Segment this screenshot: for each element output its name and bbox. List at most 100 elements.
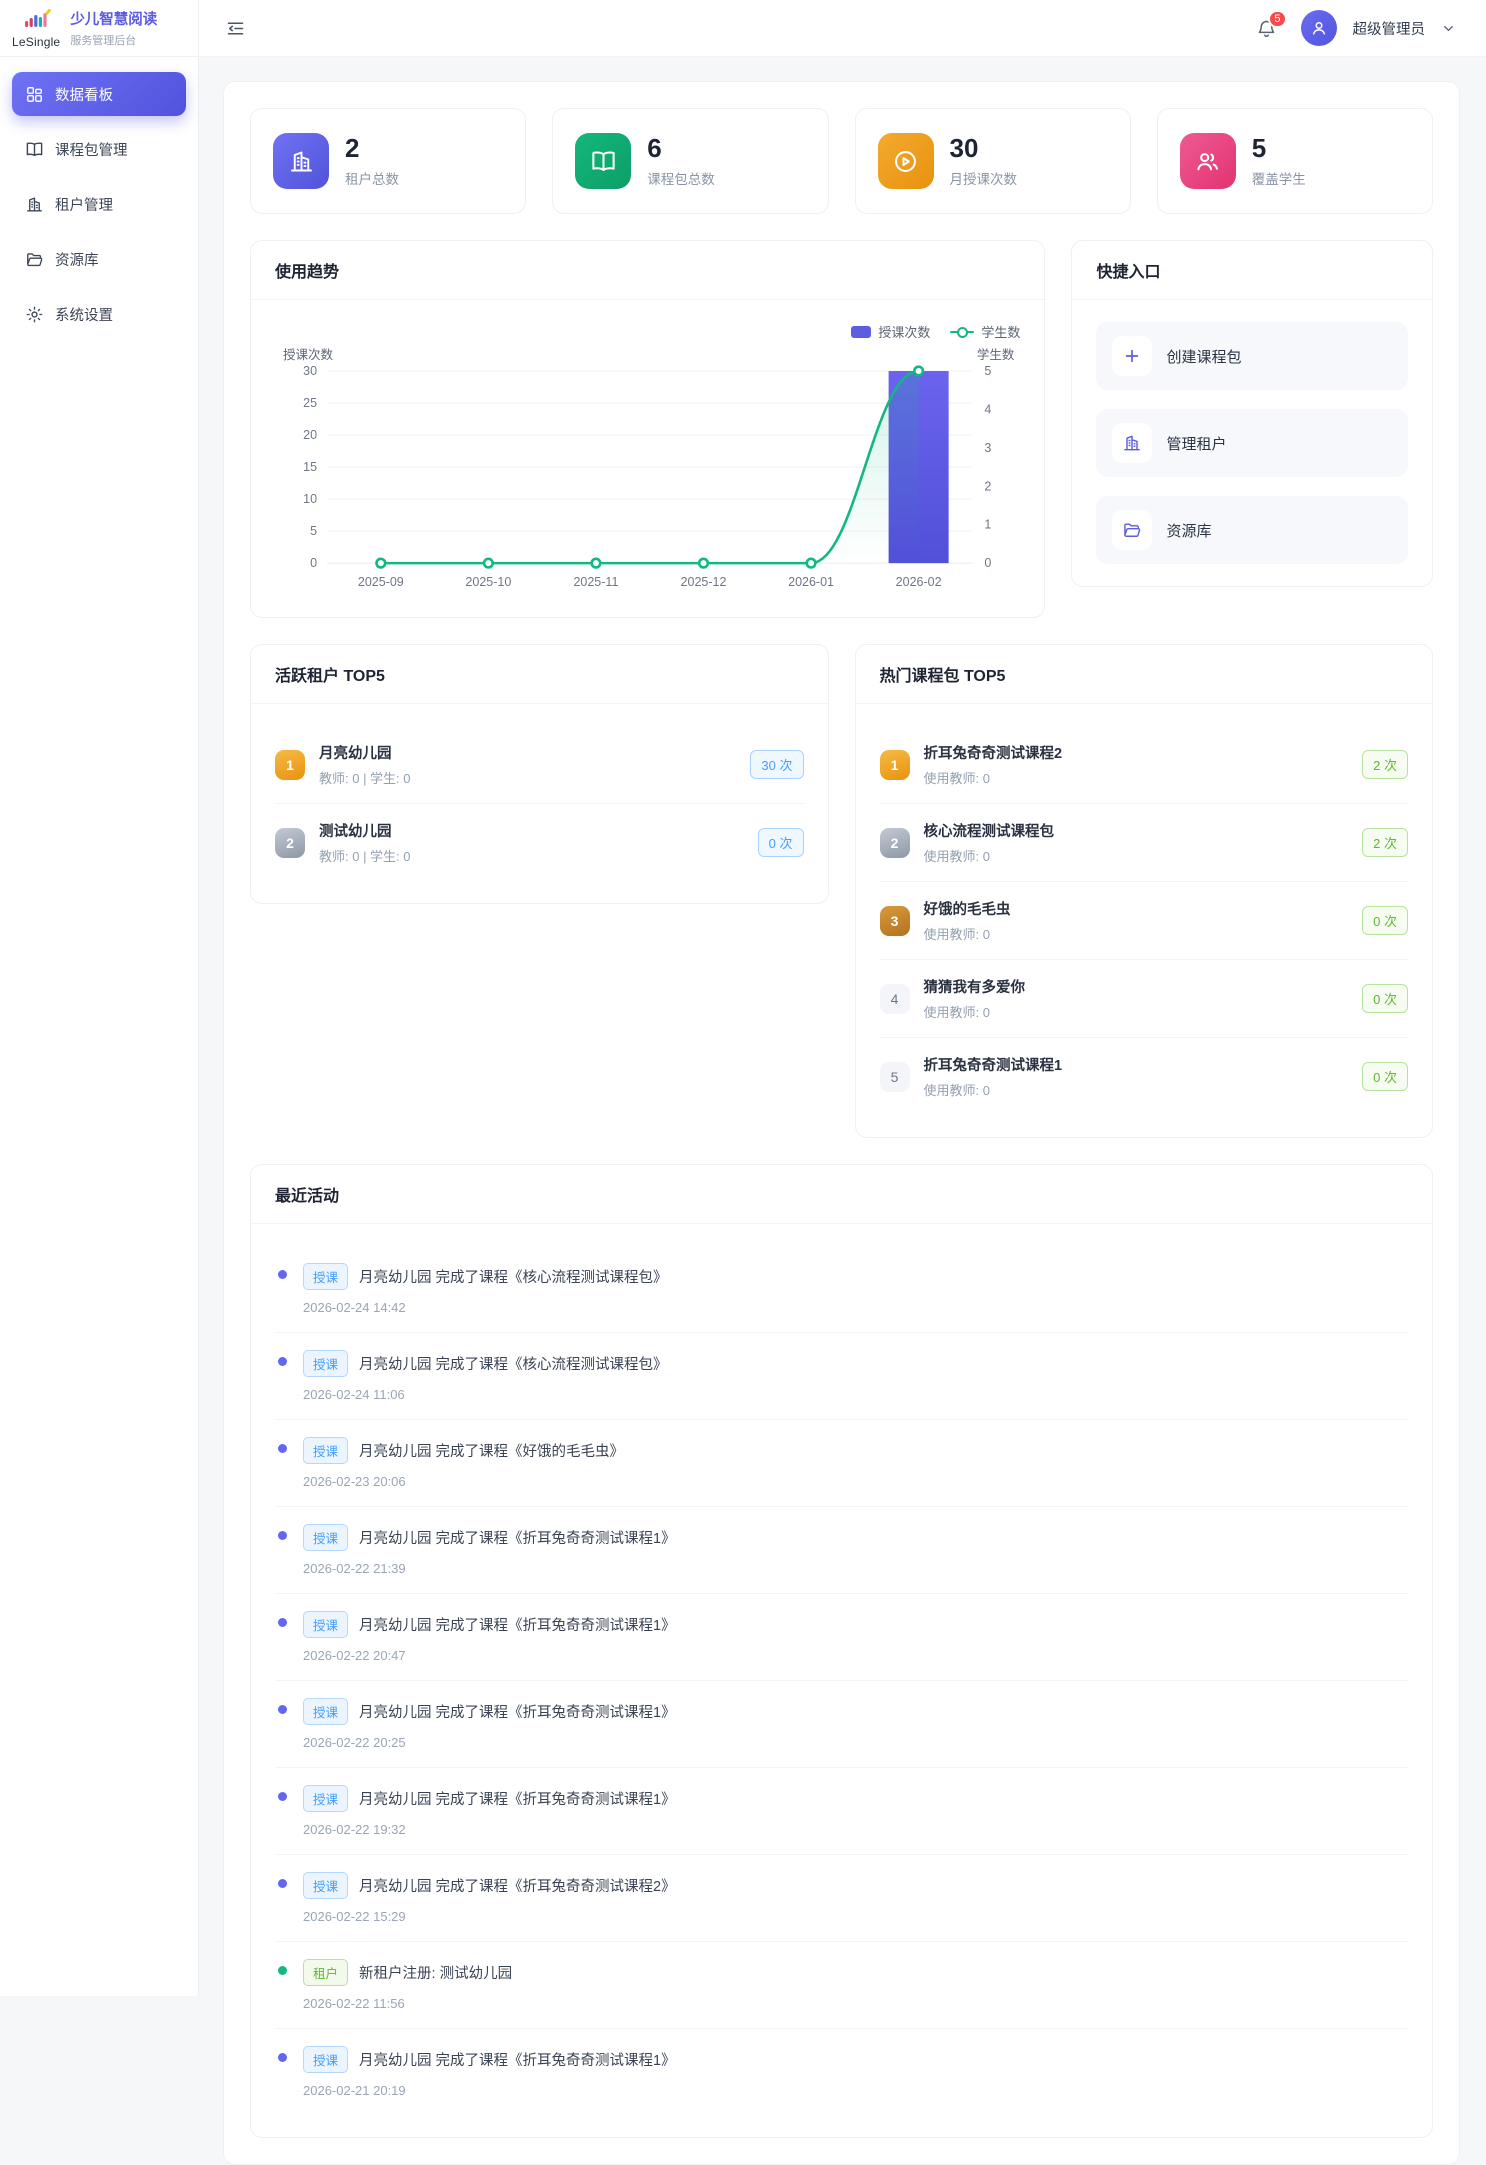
activity-row: 授课 月亮幼儿园 完成了课程《核心流程测试课程包》 2026-02-24 14:…: [275, 1246, 1408, 1333]
stat-icon: [1180, 133, 1236, 189]
activity-timestamp: 2026-02-22 21:39: [303, 1561, 1408, 1576]
course-row[interactable]: 3 好饿的毛毛虫 使用教师: 0 0 次: [880, 882, 1409, 960]
sidebar-item[interactable]: 资源库: [12, 237, 186, 281]
rank-badge: 2: [275, 828, 305, 858]
sidebar-item-label: 租户管理: [55, 194, 113, 215]
course-name: 好饿的毛毛虫: [924, 898, 1011, 919]
sidebar-item[interactable]: 课程包管理: [12, 127, 186, 171]
activity-dot: [278, 1705, 287, 1714]
app-subtitle: 服务管理后台: [70, 32, 157, 48]
activity-text: 月亮幼儿园 完成了课程《核心流程测试课程包》: [359, 1353, 668, 1374]
activity-dot: [278, 1444, 287, 1453]
svg-text:1: 1: [984, 518, 991, 532]
activity-row: 授课 月亮幼儿园 完成了课程《折耳兔奇奇测试课程1》 2026-02-22 19…: [275, 1768, 1408, 1855]
activity-text: 月亮幼儿园 完成了课程《好饿的毛毛虫》: [359, 1440, 624, 1461]
active-tenants-list: 1 月亮幼儿园 教师: 0 | 学生: 0 30 次 2 测试幼儿园 教师: 0…: [251, 704, 828, 903]
usage-trend-title: 使用趋势: [251, 241, 1044, 300]
usage-count-badge: 0 次: [1362, 1062, 1408, 1091]
rank-badge: 3: [880, 906, 910, 936]
stats-row: 2 租户总数 6 课程包总数 30 月授课次数 5 覆盖: [250, 108, 1433, 214]
svg-text:2025-12: 2025-12: [681, 575, 727, 589]
course-meta: 使用教师: 0: [924, 846, 1055, 865]
svg-text:2025-11: 2025-11: [573, 575, 618, 589]
quick-entry-title: 快捷入口: [1072, 241, 1432, 300]
stat-value: 30: [950, 134, 1018, 163]
rank-badge: 5: [880, 1062, 910, 1092]
tenant-name: 月亮幼儿园: [319, 742, 411, 763]
svg-text:0: 0: [984, 556, 991, 570]
activity-tag: 授课: [303, 2046, 348, 2073]
chevron-down-icon[interactable]: [1441, 21, 1456, 36]
legend-label: 学生数: [981, 322, 1020, 341]
hot-courses-list: 1 折耳兔奇奇测试课程2 使用教师: 0 2 次 2 核心流程测试课程包 使用教…: [856, 704, 1433, 1137]
notification-bell[interactable]: 5: [1256, 18, 1277, 39]
activity-text: 月亮幼儿园 完成了课程《折耳兔奇奇测试课程1》: [359, 1788, 676, 1809]
rank-badge: 4: [880, 984, 910, 1014]
rank-badge: 2: [880, 828, 910, 858]
activity-text: 新租户注册: 测试幼儿园: [359, 1962, 512, 1983]
logo-icon: LeSingle: [12, 8, 60, 49]
activity-timestamp: 2026-02-21 20:19: [303, 2083, 1408, 2098]
avatar[interactable]: [1301, 10, 1337, 46]
svg-text:2025-09: 2025-09: [358, 575, 404, 589]
sidebar-item-label: 系统设置: [55, 304, 113, 325]
sidebar-item[interactable]: 租户管理: [12, 182, 186, 226]
activity-tag: 授课: [303, 1350, 348, 1377]
course-row[interactable]: 5 折耳兔奇奇测试课程1 使用教师: 0 0 次: [880, 1038, 1409, 1115]
hot-courses-card: 热门课程包 TOP5 1 折耳兔奇奇测试课程2 使用教师: 0 2 次 2 核心…: [855, 644, 1434, 1138]
course-row[interactable]: 2 核心流程测试课程包 使用教师: 0 2 次: [880, 804, 1409, 882]
tenant-row[interactable]: 2 测试幼儿园 教师: 0 | 学生: 0 0 次: [275, 804, 804, 881]
activity-tag: 授课: [303, 1524, 348, 1551]
bar-legend-swatch: [851, 326, 871, 338]
course-name: 猜猜我有多爱你: [924, 976, 1026, 997]
sidebar-item[interactable]: 系统设置: [12, 292, 186, 336]
activity-row: 授课 月亮幼儿园 完成了课程《折耳兔奇奇测试课程1》 2026-02-22 20…: [275, 1594, 1408, 1681]
stat-value: 5: [1252, 134, 1306, 163]
tenant-meta: 教师: 0 | 学生: 0: [319, 846, 411, 865]
activity-dot: [278, 1618, 287, 1627]
sidebar-item-icon: [25, 140, 44, 159]
legend-item-line[interactable]: 学生数: [950, 322, 1020, 341]
svg-text:20: 20: [303, 428, 317, 442]
quick-entry-item[interactable]: 创建课程包: [1096, 322, 1408, 390]
user-name[interactable]: 超级管理员: [1353, 18, 1426, 39]
svg-text:5: 5: [310, 524, 317, 538]
quick-entry-item[interactable]: 管理租户: [1096, 409, 1408, 477]
rank-badge: 1: [880, 750, 910, 780]
stat-card: 6 课程包总数: [552, 108, 828, 214]
line-legend-swatch: [950, 326, 974, 338]
main-content: 2 租户总数 6 课程包总数 30 月授课次数 5 覆盖: [223, 81, 1460, 2165]
activity-timestamp: 2026-02-24 14:42: [303, 1300, 1408, 1315]
quick-entry-icon: [1112, 336, 1152, 376]
activity-dot: [278, 1270, 287, 1279]
quick-entry-list: 创建课程包 管理租户 资源库: [1072, 300, 1432, 586]
svg-text:15: 15: [303, 460, 317, 474]
activity-row: 授课 月亮幼儿园 完成了课程《折耳兔奇奇测试课程1》 2026-02-21 20…: [275, 2029, 1408, 2115]
usage-count-badge: 2 次: [1362, 750, 1408, 779]
svg-text:授课次数: 授课次数: [283, 347, 334, 362]
course-row[interactable]: 4 猜猜我有多爱你 使用教师: 0 0 次: [880, 960, 1409, 1038]
svg-text:2025-10: 2025-10: [465, 575, 511, 589]
sidebar-item-label: 数据看板: [55, 84, 113, 105]
quick-entry-item[interactable]: 资源库: [1096, 496, 1408, 564]
activity-timestamp: 2026-02-22 20:47: [303, 1648, 1408, 1663]
activity-text: 月亮幼儿园 完成了课程《折耳兔奇奇测试课程1》: [359, 2049, 676, 2070]
sidebar-menu: 数据看板 课程包管理 租户管理 资源库 系统设置: [0, 57, 198, 351]
logo-brand: LeSingle: [12, 35, 60, 49]
usage-trend-chart: 051015202530012345授课次数学生数2025-092025-102…: [275, 343, 1020, 595]
activity-dot: [278, 2053, 287, 2062]
stat-icon: [575, 133, 631, 189]
usage-count-badge: 0 次: [1362, 906, 1408, 935]
activity-row: 授课 月亮幼儿园 完成了课程《好饿的毛毛虫》 2026-02-23 20:06: [275, 1420, 1408, 1507]
tenant-name: 测试幼儿园: [319, 820, 411, 841]
recent-activity-card: 最近活动 授课 月亮幼儿园 完成了课程《核心流程测试课程包》 2026-02-2…: [250, 1164, 1433, 2138]
sidebar-item[interactable]: 数据看板: [12, 72, 186, 116]
notification-badge: 5: [1268, 10, 1286, 28]
sidebar-collapse-icon[interactable]: [225, 18, 246, 39]
tenant-row[interactable]: 1 月亮幼儿园 教师: 0 | 学生: 0 30 次: [275, 726, 804, 804]
course-row[interactable]: 1 折耳兔奇奇测试课程2 使用教师: 0 2 次: [880, 726, 1409, 804]
activity-text: 月亮幼儿园 完成了课程《折耳兔奇奇测试课程1》: [359, 1527, 676, 1548]
activity-row: 授课 月亮幼儿园 完成了课程《核心流程测试课程包》 2026-02-24 11:…: [275, 1333, 1408, 1420]
legend-item-bar[interactable]: 授课次数: [851, 322, 930, 341]
activity-text: 月亮幼儿园 完成了课程《折耳兔奇奇测试课程1》: [359, 1614, 676, 1635]
